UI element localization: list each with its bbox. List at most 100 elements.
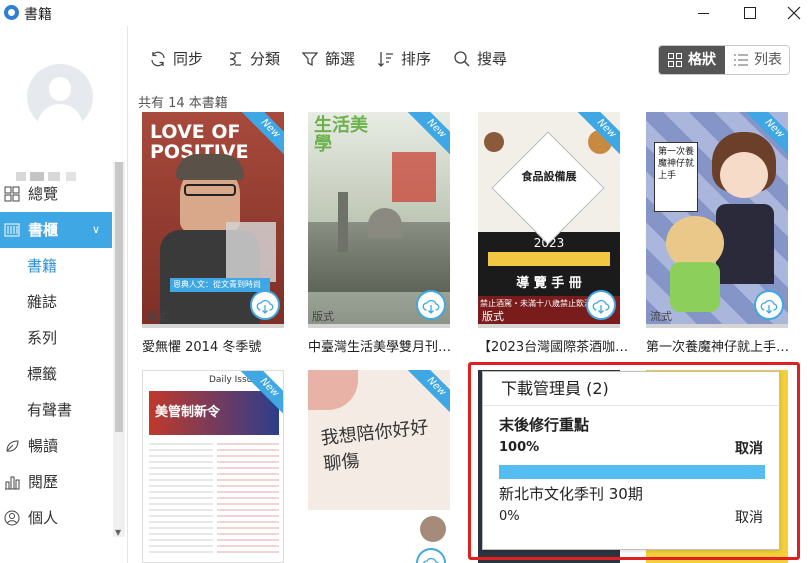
cover-caption-2: 導 覽 手 冊 (516, 276, 582, 291)
new-badge: New (240, 112, 284, 156)
cover-text: 我想陪你好好聊傷 (319, 417, 430, 476)
download-button[interactable] (416, 290, 446, 320)
maximize-button[interactable] (726, 0, 772, 26)
book-type-label: 版式 (482, 310, 504, 323)
book-cover[interactable]: Daily Issue 美管制新令 New (142, 370, 284, 563)
category-icon (229, 52, 241, 66)
cloud-download-icon (422, 557, 439, 563)
avatar[interactable] (27, 64, 93, 130)
sidebar-item-label: 書櫃 (28, 221, 59, 239)
book-cover[interactable]: 第一次養魔神仔就上手 New 流式 (646, 112, 788, 324)
sidebar-scrollbar[interactable]: ▼ (113, 162, 125, 537)
category-label: 分類 (250, 50, 281, 68)
cloud-download-icon (422, 299, 440, 314)
new-badge: New (406, 112, 450, 156)
book-type-label: 版式 (312, 310, 334, 323)
book-count: 共有 14 本書籍 (138, 96, 228, 111)
chevron-down-icon[interactable]: ∨ (92, 212, 100, 248)
new-badge: New (576, 112, 620, 156)
book-cover[interactable]: 食品設備展 2023 導 覽 手 冊 禁止酒駕・未滿十八歲禁止飲酒 New 版式 (478, 112, 620, 324)
new-badge-label: New (406, 112, 450, 156)
sidebar-subitem-series[interactable]: 系列 (0, 320, 112, 356)
sidebar-subitem-books[interactable]: 書籍 (0, 248, 112, 284)
download-item-progress-text: 0% (499, 509, 520, 524)
new-badge-label: New (744, 112, 788, 156)
search-icon (454, 51, 470, 67)
chart-icon (5, 476, 20, 490)
bookshelf-icon (4, 223, 20, 237)
download-cancel-button[interactable]: 取消 (735, 507, 763, 527)
book-title[interactable]: 中臺灣生活美學雙月刊… (308, 336, 468, 355)
book-title[interactable]: 第一次養魔神仔就上手… (646, 336, 806, 355)
book-type-label: 流式 (146, 310, 168, 323)
grid-view-icon (668, 53, 682, 67)
book-title[interactable]: 【2023台灣國際茶酒咖… (478, 336, 638, 355)
filter-icon (301, 52, 319, 67)
search-label: 搜尋 (477, 50, 508, 68)
book-cover[interactable]: 我想陪你好好聊傷 New (308, 370, 450, 563)
sidebar-item-bookshelf[interactable]: 書櫃 ∨ (0, 212, 112, 248)
sidebar-item-overview[interactable]: 總覽 (0, 176, 112, 212)
sort-label: 排序 (401, 50, 432, 68)
sidebar-item-personal[interactable]: 個人 (0, 500, 112, 536)
book-progress-bar (478, 324, 620, 328)
sync-icon (151, 51, 165, 67)
download-progress-fill (499, 465, 765, 479)
sidebar-subitem-magazines[interactable]: 雜誌 (0, 284, 112, 320)
book-progress-bar (308, 324, 450, 328)
sidebar-item-label: 閱歷 (28, 473, 59, 491)
sidebar-item-label: 暢讀 (28, 437, 59, 455)
grid-view-label: 格狀 (688, 52, 716, 68)
book-progress-bar (142, 324, 284, 328)
download-cancel-button[interactable]: 取消 (735, 438, 763, 458)
cover-caption: 恩典人文：從文青到時尚 (170, 278, 270, 292)
grid-icon (4, 186, 20, 202)
cloud-download-icon (760, 299, 778, 314)
minimize-button[interactable] (680, 0, 726, 26)
sidebar-nav: 總覽 書櫃 ∨ 書籍 雜誌 系列 標籤 有聲書 暢讀 閱歷 個人 (0, 176, 112, 536)
close-button[interactable] (772, 0, 808, 26)
sync-label: 同步 (173, 50, 204, 68)
scrollbar-thumb[interactable] (115, 162, 123, 432)
book-cover[interactable]: LOVE OF POSITIVE 恩典人文：從文青到時尚 New 流式 (142, 112, 284, 324)
sidebar-subitem-tags[interactable]: 標籤 (0, 356, 112, 392)
sidebar-item-unlimited[interactable]: 暢讀 (0, 428, 112, 464)
download-progress-bar (499, 465, 765, 479)
list-view-button[interactable]: 列表 (725, 46, 789, 74)
download-button[interactable] (250, 290, 280, 320)
avatar-head-icon (49, 77, 71, 101)
download-item-name: 新北市文化季刊 30期 (499, 485, 643, 503)
toolbar: 同步 分類 篩選 排序 搜尋 格狀 列表 (129, 26, 808, 88)
leaf-icon (6, 440, 19, 452)
book-cover[interactable]: 生活美學 New 版式 (308, 112, 450, 324)
download-manager-panel: 下載管理員 (2) 末後修行重點 100% 取消 新北市文化季刊 30期 0% … (482, 371, 780, 550)
sort-icon (378, 52, 393, 67)
sidebar-item-label: 個人 (28, 509, 59, 527)
filter-label: 篩選 (325, 50, 356, 68)
download-item-progress-text: 100% (499, 440, 540, 455)
cover-caption: 2023 (533, 236, 565, 250)
list-view-label: 列表 (754, 52, 782, 68)
download-button[interactable] (586, 290, 616, 320)
book-type-label: 流式 (650, 310, 672, 323)
close-icon (787, 6, 801, 20)
new-badge: New (239, 371, 283, 415)
view-toggle: 格狀 列表 (658, 45, 790, 75)
book-progress-bar (646, 324, 788, 328)
download-manager-title: 下載管理員 (2) (483, 372, 779, 406)
cover-text: 食品設備展 (521, 170, 577, 183)
download-item-name: 末後修行重點 (499, 416, 590, 434)
window-title: 書籍 (24, 7, 52, 23)
book-title[interactable]: 愛無懼 2014 冬季號 (142, 336, 302, 355)
sidebar-subitem-audiobooks[interactable]: 有聲書 (0, 392, 112, 428)
grid-view-button[interactable]: 格狀 (659, 46, 725, 74)
cloud-download-icon (256, 299, 274, 314)
scroll-down-arrow-icon[interactable]: ▼ (115, 528, 121, 537)
cover-text: 美管制新令 (155, 405, 221, 420)
avatar-body-icon (37, 104, 83, 130)
cover-text: 第一次養魔神仔就上手 (654, 142, 698, 212)
person-icon (4, 510, 20, 526)
download-button[interactable] (754, 290, 784, 320)
sidebar-item-history[interactable]: 閱歷 (0, 464, 112, 500)
sidebar-item-label: 總覽 (28, 185, 59, 203)
